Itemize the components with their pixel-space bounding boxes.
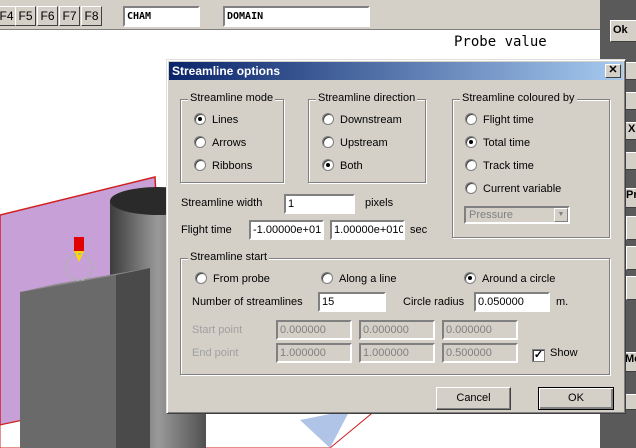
coloured-track-time-option[interactable]: Track time	[465, 158, 534, 174]
streamline-mode-title: Streamline mode	[188, 92, 276, 104]
upstream-radio[interactable]	[322, 136, 334, 148]
side-spinner-1[interactable]	[626, 216, 636, 240]
coloured-current-variable-option[interactable]: Current variable	[465, 181, 561, 197]
f5-key[interactable]: F5	[15, 6, 36, 26]
streamline-options-dialog: Streamline options ✕ Streamline mode Lin…	[166, 59, 626, 414]
end-point-x-input[interactable]: 1.000000	[276, 343, 352, 363]
current-variable-radio[interactable]	[465, 182, 477, 194]
direction-both-option[interactable]: Both	[322, 158, 363, 174]
chevron-down-icon[interactable]: ▼	[554, 208, 568, 222]
show-checkbox[interactable]: ✓	[532, 349, 545, 362]
f6-key[interactable]: F6	[37, 6, 58, 26]
f8-key[interactable]: F8	[81, 6, 102, 26]
dialog-title: Streamline options	[172, 64, 281, 78]
start-from-probe-option[interactable]: From probe	[195, 271, 270, 287]
cancel-button[interactable]: Cancel	[436, 387, 511, 410]
mode-arrows-option[interactable]: Arrows	[194, 135, 246, 151]
start-point-x-input[interactable]: 0.000000	[276, 320, 352, 340]
streamline-width-label: Streamline width	[181, 197, 263, 209]
block-front	[20, 275, 116, 448]
track-time-radio[interactable]	[465, 159, 477, 171]
close-button[interactable]: ✕	[605, 64, 621, 78]
start-point-y-input[interactable]: 0.000000	[359, 320, 435, 340]
streamline-width-input[interactable]: 1	[284, 194, 355, 214]
ok-side-button[interactable]: Ok	[610, 20, 636, 42]
number-of-streamlines-input[interactable]: 15	[318, 292, 386, 312]
streamline-mode-group: Streamline mode Lines Arrows Ribbons	[180, 92, 284, 183]
around-circle-radio[interactable]	[464, 272, 476, 284]
flight-time-min-input[interactable]: -1.00000e+01	[249, 220, 324, 240]
coloured-total-time-option[interactable]: Total time	[465, 135, 530, 151]
coloured-flight-time-option[interactable]: Flight time	[465, 112, 534, 128]
f7-key[interactable]: F7	[59, 6, 80, 26]
ok-button[interactable]: OK	[538, 387, 614, 410]
streamline-direction-title: Streamline direction	[316, 92, 418, 104]
direction-upstream-option[interactable]: Upstream	[322, 135, 388, 151]
toolbar: F4 F5 F6 F7 F8 CHAM DOMAIN	[0, 0, 600, 30]
side-spinner-2[interactable]	[626, 246, 636, 270]
end-point-z-input[interactable]: 0.500000	[442, 343, 518, 363]
circle-radius-label: Circle radius	[403, 296, 465, 308]
mode-ribbons-option[interactable]: Ribbons	[194, 158, 252, 174]
side-spinner-3[interactable]	[626, 276, 636, 300]
variable-dropdown[interactable]: Pressure ▼	[464, 206, 570, 224]
downstream-radio[interactable]	[322, 113, 334, 125]
lines-radio[interactable]	[194, 113, 206, 125]
probe-marker	[74, 237, 84, 251]
flight-time-max-input[interactable]: 1.00000e+010	[330, 220, 405, 240]
end-point-y-input[interactable]: 1.000000	[359, 343, 435, 363]
streamline-start-group: Streamline start From probe Along a line…	[180, 251, 610, 375]
arrows-radio[interactable]	[194, 136, 206, 148]
cham-field[interactable]: CHAM	[123, 6, 200, 27]
streamline-direction-group: Streamline direction Downstream Upstream…	[308, 92, 426, 183]
circle-radius-input[interactable]: 0.050000	[474, 292, 550, 312]
start-point-z-input[interactable]: 0.000000	[442, 320, 518, 340]
number-of-streamlines-label: Number of streamlines	[192, 296, 303, 308]
variable-dropdown-value: Pressure	[469, 209, 514, 221]
total-time-radio[interactable]	[465, 136, 477, 148]
start-along-line-option[interactable]: Along a line	[321, 271, 397, 287]
along-line-radio[interactable]	[321, 272, 333, 284]
streamline-coloured-by-group: Streamline coloured by Flight time Total…	[452, 92, 610, 238]
radius-unit-label: m.	[556, 296, 569, 308]
streamline-start-title: Streamline start	[188, 251, 270, 263]
pixels-unit-label: pixels	[365, 197, 394, 209]
both-radio[interactable]	[322, 159, 334, 171]
probe-value-label: Probe value	[454, 34, 547, 50]
dialog-titlebar[interactable]: Streamline options ✕	[169, 62, 623, 80]
mode-lines-option[interactable]: Lines	[194, 112, 238, 128]
show-checkbox-option[interactable]: ✓ Show	[532, 345, 578, 362]
start-around-circle-option[interactable]: Around a circle	[464, 271, 555, 287]
from-probe-radio[interactable]	[195, 272, 207, 284]
end-point-label: End point	[192, 347, 239, 359]
sec-unit-label: sec	[410, 224, 428, 236]
domain-field[interactable]: DOMAIN	[223, 6, 370, 27]
flight-time-radio[interactable]	[465, 113, 477, 125]
flight-time-label: Flight time	[181, 224, 232, 236]
start-point-label: Start point	[192, 324, 243, 336]
direction-downstream-option[interactable]: Downstream	[322, 112, 402, 128]
streamline-coloured-by-title: Streamline coloured by	[460, 92, 577, 104]
block-side	[116, 268, 150, 448]
ribbons-radio[interactable]	[194, 159, 206, 171]
